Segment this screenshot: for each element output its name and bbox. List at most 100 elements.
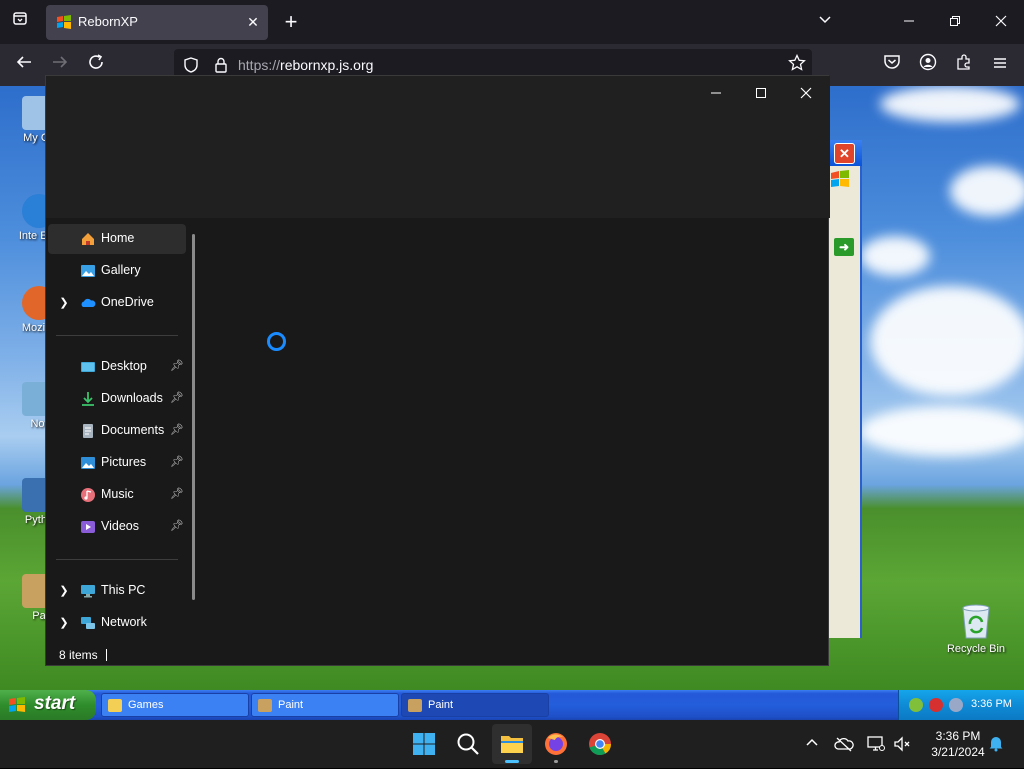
- chevron-up-icon[interactable]: [802, 734, 822, 754]
- browser-maximize-button[interactable]: [932, 8, 978, 36]
- account-icon[interactable]: [914, 51, 942, 79]
- firefox-taskbar-icon[interactable]: [536, 724, 576, 764]
- new-tab-button[interactable]: +: [278, 9, 304, 35]
- xp-task-paint[interactable]: Paint: [251, 693, 399, 717]
- hamburger-menu-icon[interactable]: [986, 51, 1014, 79]
- music-icon: [80, 487, 96, 503]
- xp-start-button[interactable]: start: [0, 690, 96, 720]
- windows-flag-favicon-icon: [56, 14, 72, 30]
- paint-icon: [408, 699, 422, 712]
- pocket-icon[interactable]: [878, 51, 906, 79]
- tab-close-icon[interactable]: ✕: [244, 13, 262, 31]
- paint-icon: [258, 699, 272, 712]
- security-shield-icon[interactable]: [929, 698, 943, 712]
- nav-divider: [56, 559, 178, 560]
- desktop-icon-recycle-bin[interactable]: Recycle Bin: [940, 602, 1012, 655]
- browser-tab[interactable]: RebornXP ✕: [46, 5, 268, 40]
- go-arrow-icon[interactable]: ➜: [834, 238, 854, 256]
- search-icon[interactable]: [448, 724, 488, 764]
- home-icon: [80, 231, 96, 247]
- nav-label: OneDrive: [101, 295, 154, 309]
- windows-start-icon[interactable]: [404, 724, 444, 764]
- video-icon: [80, 519, 96, 535]
- explorer-status-bar: 8 items: [46, 646, 828, 666]
- task-label: Paint: [428, 699, 454, 711]
- explorer-titlebar[interactable]: [46, 76, 830, 218]
- chevron-down-icon[interactable]: [812, 10, 838, 34]
- nav-label: Pictures: [101, 455, 147, 469]
- download-arrow-icon: [80, 391, 96, 407]
- gallery-icon: [80, 263, 96, 279]
- bookmark-star-icon[interactable]: [786, 53, 808, 76]
- chevron-right-icon[interactable]: ❯: [58, 296, 70, 310]
- url-host: rebornxp.js.org: [280, 57, 374, 73]
- file-explorer-taskbar-icon[interactable]: [492, 724, 532, 764]
- nav-item-gallery[interactable]: Gallery: [48, 256, 186, 286]
- document-icon: [80, 423, 96, 439]
- task-label: Paint: [278, 699, 304, 711]
- browser-close-button[interactable]: [978, 8, 1024, 36]
- nav-item-desktop[interactable]: Desktop 📌︎: [48, 352, 186, 382]
- nav-label: Network: [101, 615, 147, 629]
- pin-icon[interactable]: 📌︎: [170, 519, 184, 533]
- nav-item-home[interactable]: Home: [48, 224, 186, 254]
- active-indicator: [505, 760, 519, 763]
- windows-flag-icon: [830, 170, 852, 190]
- chevron-right-icon[interactable]: ❯: [58, 584, 70, 598]
- loading-spinner-icon: [267, 332, 286, 351]
- task-label: Games: [128, 699, 164, 711]
- chrome-taskbar-icon[interactable]: [580, 724, 620, 764]
- lock-icon[interactable]: [212, 56, 230, 74]
- browser-minimize-button[interactable]: [886, 8, 932, 36]
- onedrive-cloud-icon: [80, 295, 96, 311]
- nav-item-downloads[interactable]: Downloads 📌︎: [48, 384, 186, 414]
- nav-label: Downloads: [101, 391, 163, 405]
- folder-icon: [108, 699, 122, 712]
- tab-title: RebornXP: [78, 14, 138, 29]
- nav-divider: [56, 335, 178, 336]
- xp-task-paint[interactable]: Paint: [401, 693, 549, 717]
- pin-icon[interactable]: 📌︎: [170, 455, 184, 469]
- explorer-maximize-button[interactable]: [738, 80, 784, 108]
- xp-clock[interactable]: 3:36 PM: [971, 698, 1012, 710]
- notification-bell-icon[interactable]: [986, 734, 1006, 754]
- pin-icon[interactable]: 📌︎: [170, 487, 184, 501]
- shield-icon[interactable]: [182, 56, 200, 74]
- nav-label: Gallery: [101, 263, 141, 277]
- nav-item-documents[interactable]: Documents 📌︎: [48, 416, 186, 446]
- pin-icon[interactable]: 📌︎: [170, 359, 184, 373]
- xp-task-games[interactable]: Games: [101, 693, 249, 717]
- start-label: start: [34, 693, 76, 714]
- background-window-close-icon[interactable]: ✕: [834, 143, 855, 164]
- desktop-icon-label: Pa: [32, 610, 46, 622]
- desktop-icon-label: Recycle Bin: [946, 643, 1006, 655]
- volume-muted-icon[interactable]: [892, 734, 912, 754]
- windows11-taskbar: 3:36 PM 3/21/2024: [0, 720, 1024, 768]
- pin-icon[interactable]: 📌︎: [170, 391, 184, 405]
- nav-item-this-pc[interactable]: ❯ This PC: [48, 576, 186, 606]
- nav-pane-scrollbar[interactable]: [192, 234, 195, 600]
- network-tray-icon[interactable]: [909, 698, 923, 712]
- nav-label: Home: [101, 231, 135, 245]
- nav-item-pictures[interactable]: Pictures 📌︎: [48, 448, 186, 478]
- cloud: [870, 286, 1024, 396]
- display-tray-icon[interactable]: [866, 734, 886, 754]
- nav-item-network[interactable]: ❯ Network: [48, 608, 186, 638]
- item-count: 8 items: [59, 648, 98, 662]
- explorer-minimize-button[interactable]: [693, 80, 739, 108]
- nav-label: Desktop: [101, 359, 147, 373]
- url-text[interactable]: https://rebornxp.js.org: [238, 57, 373, 73]
- nav-item-onedrive[interactable]: ❯ OneDrive: [48, 288, 186, 318]
- cloud: [880, 86, 1020, 122]
- nav-item-music[interactable]: Music 📌︎: [48, 480, 186, 510]
- back-arrow-icon[interactable]: [10, 51, 38, 79]
- explorer-close-button[interactable]: [783, 80, 829, 108]
- onedrive-tray-icon[interactable]: [834, 734, 854, 754]
- chevron-right-icon[interactable]: ❯: [58, 616, 70, 630]
- extensions-icon[interactable]: [950, 51, 978, 79]
- nav-item-videos[interactable]: Videos 📌︎: [48, 512, 186, 542]
- explorer-content-area[interactable]: [206, 218, 828, 646]
- pin-icon[interactable]: 📌︎: [170, 423, 184, 437]
- list-all-tabs-icon[interactable]: [6, 10, 34, 34]
- volume-tray-icon[interactable]: [949, 698, 963, 712]
